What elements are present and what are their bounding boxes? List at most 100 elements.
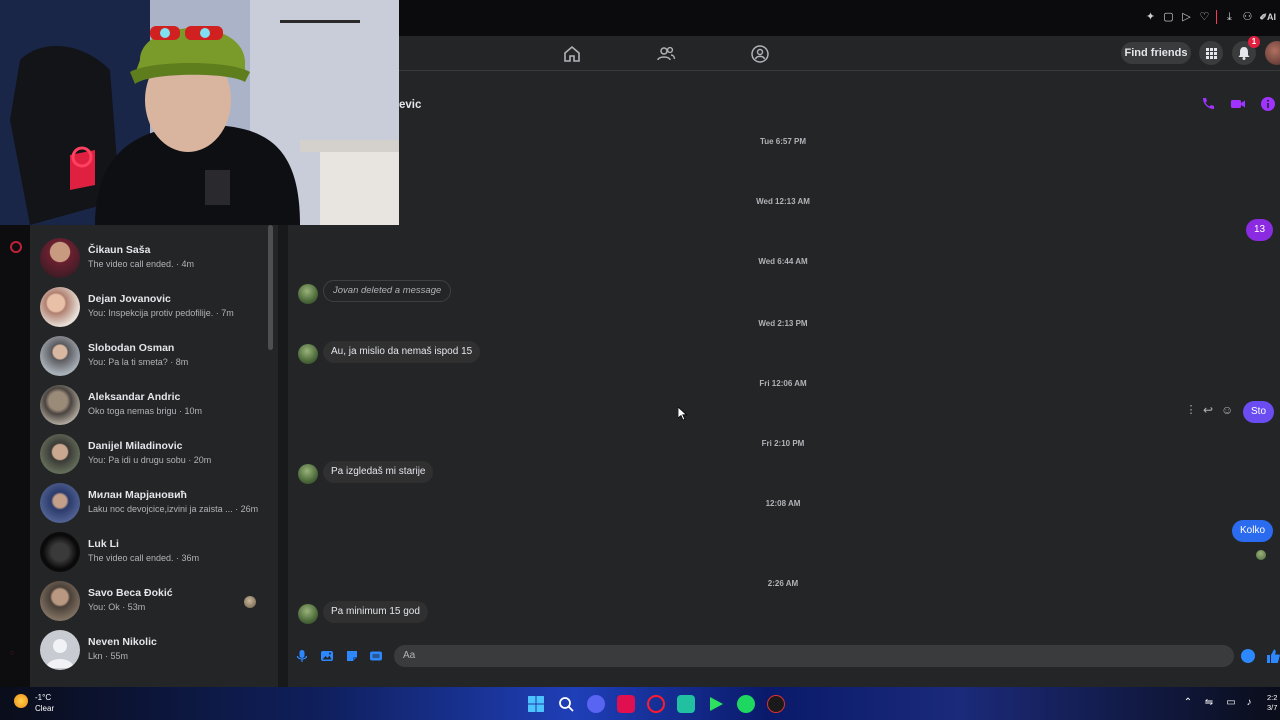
chat-name: Dejan Jovanovic [88, 293, 171, 305]
message-actions: ⋮ ↩ ☺ [1185, 404, 1234, 416]
sender-avatar[interactable] [298, 604, 318, 624]
rail-app-icon[interactable]: ◌ [10, 650, 14, 657]
volume-icon[interactable]: ♪ [1243, 697, 1255, 709]
weather-temperature[interactable]: -1°C [35, 693, 51, 702]
chat-list-item[interactable]: Savo Beca Đokić You: Ok · 53m [30, 576, 270, 625]
chat-preview: Lkn · 55m [88, 651, 129, 661]
incoming-message[interactable]: Pa izgledaš mi starije [323, 461, 434, 483]
read-receipt-avatar [1256, 550, 1266, 560]
avatar [40, 483, 80, 523]
find-friends-button[interactable]: Find friends [1121, 42, 1191, 64]
more-options-icon[interactable]: ⋮ [1185, 404, 1197, 416]
chat-list-item[interactable]: Dejan Jovanovic You: Inspekcija protiv p… [30, 282, 270, 331]
sticker-icon[interactable] [345, 649, 359, 663]
tray-overflow-icon[interactable]: ⌃ [1182, 697, 1194, 709]
avatar [40, 238, 80, 278]
microphone-icon[interactable] [295, 649, 309, 663]
spotify-icon[interactable] [737, 695, 755, 713]
message-timestamp: Wed 12:13 AM [756, 197, 810, 206]
chat-preview: You: Ok · 53m [88, 602, 146, 612]
windows-taskbar [0, 687, 1280, 720]
window-icon[interactable]: ▢ [1162, 11, 1174, 23]
image-icon[interactable] [320, 649, 334, 663]
play-icon[interactable]: ▷ [1180, 11, 1192, 23]
chat-name: Neven Nikolic [88, 636, 157, 648]
steam-icon[interactable] [767, 695, 785, 713]
gif-icon[interactable] [369, 649, 383, 663]
mouse-cursor-icon [678, 407, 688, 421]
chat-preview: You: Inspekcija protiv pedofilije. · 7m [88, 308, 234, 318]
media-app-icon[interactable] [707, 695, 725, 713]
weather-icon[interactable] [14, 694, 28, 708]
chat-list-item[interactable]: Милан Марјановић Laku noc devojcice,izvi… [30, 478, 270, 527]
reply-icon[interactable]: ↩ [1203, 404, 1215, 416]
clock-date: 3/7 [1267, 703, 1278, 712]
pin-icon[interactable]: ✦ [1144, 11, 1156, 23]
video-call-icon[interactable] [1230, 96, 1246, 112]
chat-preview: You: Pa la ti smeta? · 8m [88, 357, 189, 367]
grid-icon [1206, 48, 1217, 59]
webcam-overlay [0, 0, 399, 225]
message-timestamp: Tue 6:57 PM [759, 137, 807, 146]
react-emoji-icon[interactable]: ☺ [1221, 404, 1233, 416]
windows-start-icon[interactable] [527, 695, 545, 713]
chat-name: Savo Beca Đokić [88, 587, 173, 599]
message-timestamp: Wed 2:13 PM [758, 319, 808, 328]
outgoing-message[interactable]: 13 [1246, 219, 1274, 241]
heart-icon[interactable]: ♡ [1198, 11, 1210, 23]
screen: ✦ ▢ ▷ ♡ ⤓ ⚇ ✐AI Find friends 1 ◌ Čikaun … [0, 0, 1280, 720]
incoming-message[interactable]: Au, ja mislio da nemaš ispod 15 [323, 341, 481, 363]
info-icon[interactable] [1260, 96, 1276, 112]
chat-name: Милан Марјановић [88, 489, 187, 501]
outgoing-message[interactable]: Kolko [1232, 520, 1274, 542]
chat-app-icon[interactable] [677, 695, 695, 713]
profile-icon[interactable]: ⚇ [1241, 11, 1253, 23]
conversation-contact-name[interactable]: evic [399, 99, 421, 111]
phone-icon[interactable] [1200, 96, 1216, 112]
notification-badge: 1 [1248, 36, 1260, 48]
chat-list-item[interactable]: Luk Li The video call ended. · 36m [30, 527, 270, 576]
tiktok-icon[interactable] [617, 695, 635, 713]
sender-avatar[interactable] [298, 344, 318, 364]
ai-icon[interactable]: ✐AI [1259, 11, 1276, 23]
chat-list-item[interactable]: Danijel Miladinovic You: Pa idi u drugu … [30, 429, 270, 478]
sender-avatar[interactable] [298, 464, 318, 484]
menu-grid-button[interactable] [1199, 41, 1223, 65]
sender-avatar[interactable] [298, 284, 318, 304]
app-icon[interactable] [10, 241, 22, 253]
chat-list-scrollbar[interactable] [268, 225, 273, 350]
opera-gx-icon[interactable] [647, 695, 665, 713]
chat-preview: You: Pa idi u drugu sobu · 20m [88, 455, 212, 465]
network-icon[interactable]: ⇋ [1203, 697, 1215, 709]
emoji-icon[interactable] [1241, 649, 1255, 663]
streamer-webcam-image [0, 0, 399, 225]
chat-list: Čikaun Saša The video call ended. · 4m D… [30, 225, 278, 687]
display-icon[interactable]: ▭ [1225, 697, 1237, 709]
message-timestamp: Fri 12:06 AM [759, 379, 807, 388]
groups-icon[interactable] [750, 44, 770, 64]
chat-name: Slobodan Osman [88, 342, 175, 354]
avatar [40, 532, 80, 572]
download-icon[interactable]: ⤓ [1223, 11, 1235, 23]
chat-list-item[interactable]: Neven Nikolic Lkn · 55m [30, 625, 270, 674]
chat-list-item[interactable]: Slobodan Osman You: Pa la ti smeta? · 8m [30, 331, 270, 380]
chat-list-item[interactable]: Čikaun Saša The video call ended. · 4m [30, 233, 270, 282]
weather-description[interactable]: Clear [35, 704, 54, 713]
friends-icon[interactable] [656, 44, 676, 64]
message-input[interactable]: Aa [394, 645, 1234, 667]
incoming-message[interactable]: Pa minimum 15 god [323, 601, 428, 623]
discord-icon[interactable] [587, 695, 605, 713]
chat-list-item[interactable]: Aleksandar Andric Oko toga nemas brigu ·… [30, 380, 270, 429]
outgoing-message[interactable]: Sto [1243, 401, 1275, 423]
avatar [40, 287, 80, 327]
message-timestamp: Wed 6:44 AM [758, 257, 808, 266]
search-icon[interactable] [557, 695, 575, 713]
home-icon[interactable] [562, 44, 582, 64]
chat-preview: The video call ended. · 36m [88, 553, 200, 563]
message-timestamp: 2:26 AM [767, 579, 799, 588]
message-timestamp: Fri 2:10 PM [761, 439, 805, 448]
browser-extension-icons: ✦ ▢ ▷ ♡ ⤓ ⚇ ✐AI [1144, 10, 1276, 24]
system-clock[interactable]: 2:2 3/7 [1267, 693, 1277, 713]
thumbs-up-icon[interactable] [1266, 648, 1280, 664]
message-timestamp: 12:08 AM [765, 499, 801, 508]
